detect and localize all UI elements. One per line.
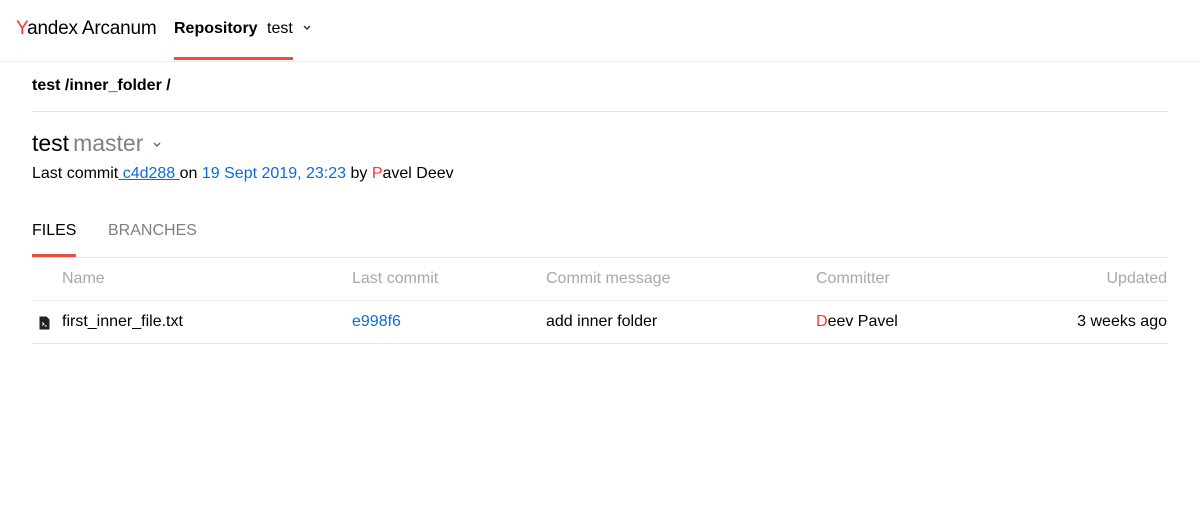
yandex-arcanum-logo[interactable]: Yandex Arcanum <box>16 18 157 40</box>
text-file-icon <box>39 316 50 330</box>
commit-hash-link[interactable]: e998f6 <box>352 313 401 331</box>
column-header-updated: Updated <box>1106 270 1168 287</box>
commit-date-link[interactable]: 19 Sept 2019, 23:23 <box>202 165 346 182</box>
logo-yandex-text: andex <box>27 18 78 39</box>
active-nav-underline <box>174 57 293 60</box>
last-commit-prefix: Last commit <box>32 165 119 182</box>
chevron-down-icon[interactable] <box>151 141 163 149</box>
repo-title-name: test <box>32 130 70 156</box>
logo-product-text: Arcanum <box>81 18 157 39</box>
divider <box>32 300 1168 301</box>
commit-hash-link[interactable]: c4d288 <box>118 165 179 182</box>
top-header: Yandex Arcanum Repository test <box>0 0 1200 62</box>
column-header-last-commit: Last commit <box>352 270 439 287</box>
nav-tab-repository[interactable]: Repository test <box>174 0 311 61</box>
breadcrumb[interactable]: test /inner_folder / <box>32 77 171 95</box>
author-link[interactable]: Pavel Deev <box>372 165 454 182</box>
branch-selector[interactable]: master <box>73 130 143 156</box>
commit-message: add inner folder <box>546 313 658 330</box>
divider <box>32 111 1168 112</box>
author-name-rest: avel Deev <box>382 165 454 182</box>
repo-selector[interactable]: test <box>267 20 293 38</box>
tab-files[interactable]: FILES <box>32 222 76 240</box>
committer-link[interactable]: Deev Pavel <box>816 313 898 331</box>
column-header-name: Name <box>62 270 105 287</box>
logo-y-letter: Y <box>16 18 28 39</box>
updated-time: 3 weeks ago <box>1077 313 1167 330</box>
last-commit-info: Last commit c4d288 on 19 Sept 2019, 23:2… <box>32 165 454 183</box>
column-header-committer: Committer <box>816 270 890 287</box>
file-name-link[interactable]: first_inner_file.txt <box>62 313 183 331</box>
committer-initial: D <box>816 313 828 330</box>
tab-branches[interactable]: BRANCHES <box>108 222 197 240</box>
by-label: by <box>350 165 368 182</box>
nav-tab-label: Repository <box>174 20 258 37</box>
chevron-down-icon[interactable] <box>302 24 312 32</box>
on-label: on <box>179 165 198 182</box>
divider <box>32 343 1168 344</box>
divider <box>32 257 1168 258</box>
committer-name-rest: eev Pavel <box>827 313 898 330</box>
author-initial: P <box>371 165 383 182</box>
column-header-commit-message: Commit message <box>546 270 671 287</box>
repo-title: test master <box>32 129 163 157</box>
